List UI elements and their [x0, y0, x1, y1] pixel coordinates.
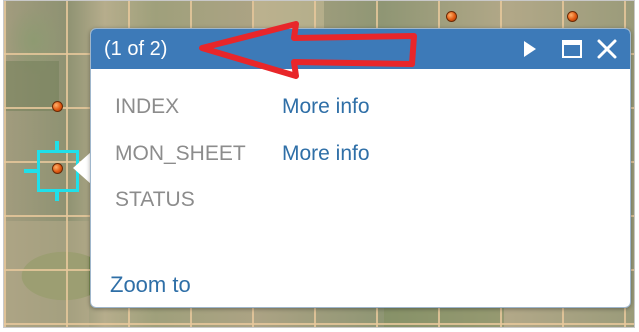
field-label-status: STATUS	[115, 188, 195, 211]
selection-tick	[55, 189, 59, 201]
close-icon[interactable]	[596, 38, 618, 60]
play-next-icon[interactable]	[519, 38, 541, 60]
field-label-mon-sheet: MON_SHEET	[115, 142, 246, 165]
map-marker[interactable]	[52, 101, 63, 112]
field-label-index: INDEX	[115, 95, 180, 118]
more-info-link-index[interactable]: More info	[282, 95, 370, 119]
map-marker[interactable]	[446, 11, 457, 22]
maximize-icon[interactable]	[561, 38, 583, 60]
popup-pointer	[73, 152, 91, 184]
selection-tick	[24, 169, 38, 173]
more-info-link-mon-sheet[interactable]: More info	[282, 142, 370, 166]
map-marker[interactable]	[567, 11, 578, 22]
selection-tick	[55, 141, 59, 153]
popup-title: (1 of 2)	[104, 38, 168, 60]
annotation-arrow-icon	[199, 21, 417, 79]
zoom-to-link[interactable]: Zoom to	[110, 272, 191, 298]
